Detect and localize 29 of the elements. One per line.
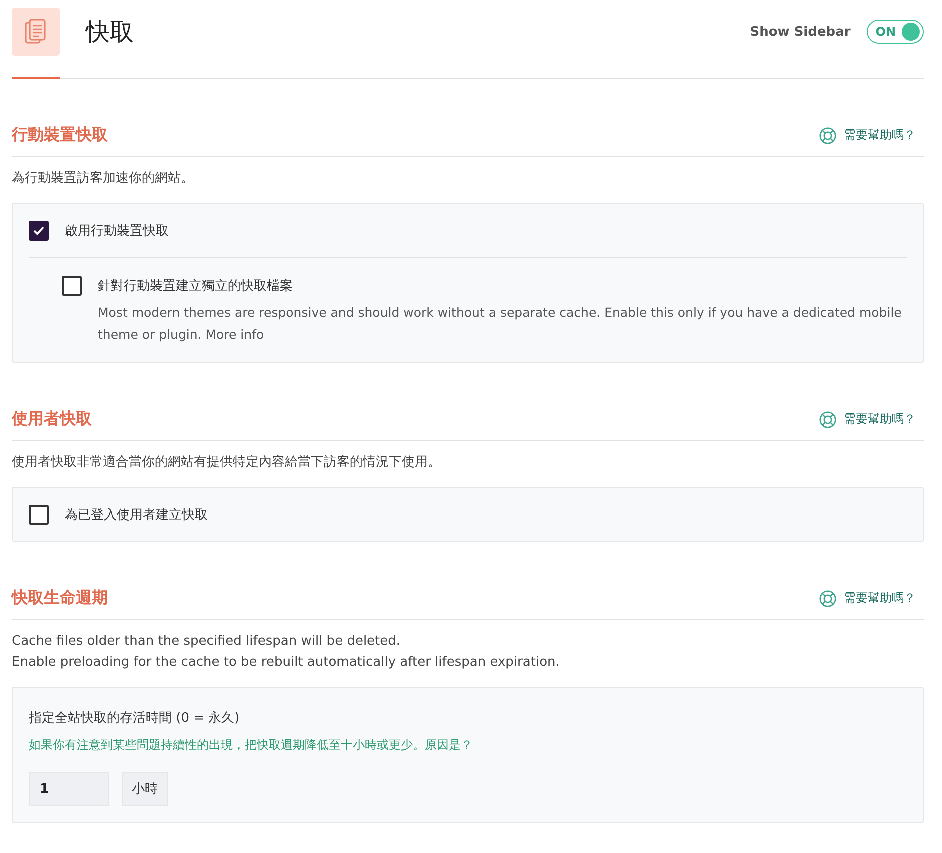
help-link[interactable]: 需要幫助嗎？	[819, 126, 916, 144]
page-title: 快取	[86, 17, 134, 48]
option-note: Most modern themes are responsive and should work without a separate cache. Enable this only if you have a dedicated mobile theme or plugin. More info	[98, 304, 903, 344]
section-description: 使用者快取非常適合當你的網站有提供特定內容給當下訪客的情況下使用。	[12, 454, 442, 472]
sidebar-toggle[interactable]: ON	[866, 20, 924, 44]
checkbox-label: 為已登入使用者建立快取	[65, 507, 208, 524]
lifespan-input[interactable]: 1	[29, 772, 109, 806]
sidebar-label: Show Sidebar	[750, 24, 851, 40]
checkbox-label: 啟用行動裝置快取	[65, 223, 169, 240]
unit-label: 小時	[122, 772, 168, 806]
checkbox[interactable]	[29, 505, 49, 525]
checkbox[interactable]	[29, 221, 49, 241]
help-link[interactable]: 需要幫助嗎？	[819, 410, 916, 428]
section-title: 行動裝置快取	[12, 125, 108, 146]
document-icon	[25, 19, 47, 45]
section-title: 使用者快取	[12, 409, 92, 430]
lifebuoy-icon	[819, 410, 837, 428]
section-description: 為行動裝置訪客加速你的網站。	[12, 170, 195, 188]
section-description: Cache files older than the specified lifespan will be deleted.	[12, 633, 402, 651]
checkmark-icon	[33, 226, 45, 236]
lifebuoy-icon	[819, 126, 837, 144]
checkbox-label: 針對行動裝置建立獨立的快取檔案	[98, 278, 293, 295]
section-title: 快取生命週期	[12, 588, 108, 609]
checkbox[interactable]	[62, 276, 82, 296]
hint-text: 如果你有注意到某些問題持續性的出現，把快取週期降低至十小時或更少。原因是？	[29, 737, 474, 754]
section-description: Enable preloading for the cache to be rebuilt automatically after lifespan expiration.	[12, 654, 561, 672]
lifebuoy-icon	[819, 590, 837, 608]
help-link[interactable]: 需要幫助嗎？	[819, 590, 916, 608]
field-label: 指定全站快取的存活時間 (0 = 永久)	[29, 710, 241, 727]
